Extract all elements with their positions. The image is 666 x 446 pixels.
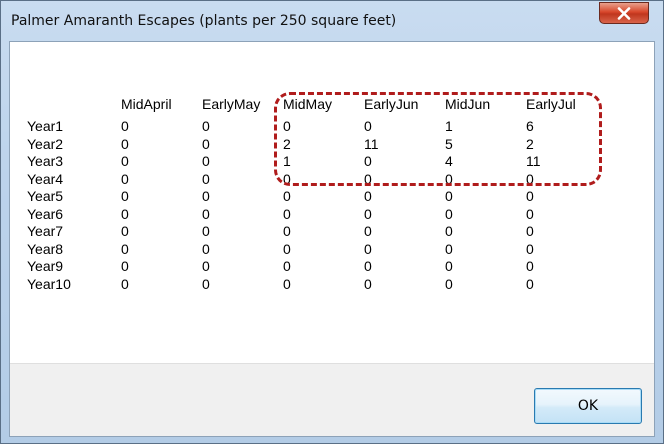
close-button[interactable] [599, 2, 649, 24]
table-cell: 0 [202, 153, 210, 169]
row-label: Year2 [27, 135, 64, 152]
table-cell: 0 [526, 223, 534, 239]
table-cell: 0 [445, 170, 453, 187]
table-cell: 0 [283, 258, 291, 274]
table-cell: 0 [283, 170, 291, 187]
table-cell: 0 [121, 170, 129, 187]
table-cell: 0 [202, 275, 210, 292]
table-cell: 1 [283, 153, 291, 169]
column-header: EarlyMay [202, 96, 261, 112]
table-cell: 0 [121, 153, 129, 169]
table-cell: 0 [526, 240, 534, 257]
row-label: Year3 [27, 153, 64, 169]
table-cell: 0 [202, 118, 210, 134]
table-cell: 11 [526, 153, 541, 169]
close-icon [617, 6, 631, 20]
column-header: MidMay [283, 96, 333, 112]
row-label: Year6 [27, 205, 64, 222]
table-cell: 0 [283, 118, 291, 134]
row-label: Year7 [27, 223, 64, 239]
column-header: MidJun [445, 96, 491, 112]
table-cell: 0 [445, 275, 453, 292]
table-cell: 0 [121, 135, 129, 152]
table-cell: 0 [364, 223, 372, 239]
table-cell: 0 [202, 258, 210, 274]
table-cell: 0 [445, 205, 453, 222]
table-cell: 0 [202, 135, 210, 152]
table-cell: 0 [364, 170, 372, 187]
table-cell: 0 [526, 170, 534, 187]
table-cell: 0 [364, 188, 372, 204]
column-header: MidApril [121, 96, 172, 112]
column-header: EarlyJul [526, 96, 576, 112]
table-cell: 0 [121, 118, 129, 134]
table-cell: 0 [121, 240, 129, 257]
table-cell: 0 [202, 205, 210, 222]
table-cell: 0 [364, 240, 372, 257]
table-cell: 0 [364, 205, 372, 222]
table-cell: 1 [445, 118, 453, 134]
table-cell: 0 [202, 188, 210, 204]
row-label: Year4 [27, 170, 64, 187]
table-cell: 0 [364, 275, 372, 292]
table-cell: 11 [364, 135, 379, 152]
table-cell: 0 [283, 240, 291, 257]
row-label: Year10 [27, 275, 71, 292]
table-cell: 0 [202, 240, 210, 257]
table-cell: 0 [283, 275, 291, 292]
row-label: Year1 [27, 118, 64, 134]
table-cell: 0 [526, 258, 534, 274]
dialog-footer: OK [10, 363, 654, 436]
title-bar[interactable]: Palmer Amaranth Escapes (plants per 250 … [1, 1, 663, 41]
table-cell: 0 [121, 205, 129, 222]
table-cell: 5 [445, 135, 453, 152]
table-cell: 4 [445, 153, 453, 169]
table-cell: 0 [121, 223, 129, 239]
table-cell: 0 [121, 188, 129, 204]
table-cell: 0 [445, 223, 453, 239]
table-cell: 0 [364, 118, 372, 134]
table-cell: 0 [526, 205, 534, 222]
table-cell: 2 [283, 135, 291, 152]
table-cell: 0 [202, 170, 210, 187]
table-cell: 0 [445, 188, 453, 204]
table-cell: 0 [526, 275, 534, 292]
column-header: EarlyJun [364, 96, 419, 112]
table-cell: 0 [283, 223, 291, 239]
ok-button[interactable]: OK [534, 388, 642, 424]
table-cell: 0 [202, 223, 210, 239]
table-cell: 0 [283, 188, 291, 204]
table-cell: 0 [121, 275, 129, 292]
row-label: Year8 [27, 240, 64, 257]
table-cell: 0 [445, 240, 453, 257]
table-cell: 0 [526, 188, 534, 204]
table-cell: 0 [283, 205, 291, 222]
row-label: Year5 [27, 188, 64, 204]
dialog-window: Palmer Amaranth Escapes (plants per 250 … [0, 0, 664, 444]
table-cell: 2 [526, 135, 534, 152]
table-cell: 0 [364, 153, 372, 169]
table-cell: 6 [526, 118, 534, 134]
table-cell: 0 [121, 258, 129, 274]
table-cell: 0 [445, 258, 453, 274]
row-label: Year9 [27, 258, 64, 274]
dialog-content: MidApril EarlyMay MidMay EarlyJun MidJun… [9, 41, 655, 437]
window-title: Palmer Amaranth Escapes (plants per 250 … [11, 13, 397, 29]
table-cell: 0 [364, 258, 372, 274]
